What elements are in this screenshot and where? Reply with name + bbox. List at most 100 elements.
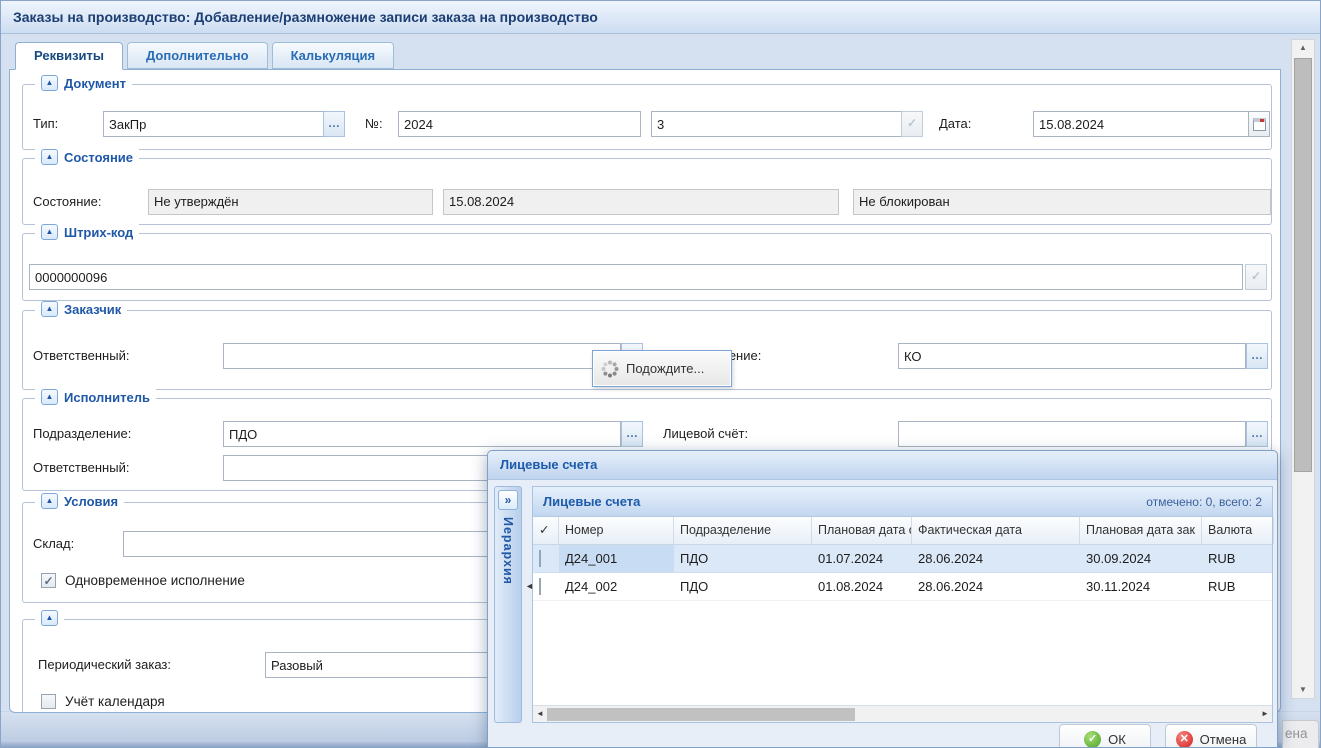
horizontal-scrollbar[interactable]: ◄ ► bbox=[533, 705, 1272, 722]
column-number[interactable]: Номер bbox=[559, 517, 674, 544]
cell-fact-date: 28.06.2024 bbox=[912, 545, 1080, 572]
section-document-title: Документ bbox=[64, 76, 126, 91]
simultaneous-checkbox[interactable]: ✓ bbox=[41, 573, 56, 588]
calendar-checkbox[interactable]: ✓ bbox=[41, 694, 56, 709]
check-icon: ✓ bbox=[43, 574, 53, 588]
section-state-title: Состояние bbox=[64, 150, 133, 165]
scrollbar-thumb[interactable] bbox=[547, 708, 855, 721]
barcode-input[interactable] bbox=[29, 264, 1243, 290]
calendar-label: Учёт календаря bbox=[65, 694, 165, 710]
section-executor-title: Исполнитель bbox=[64, 390, 150, 405]
row-checkbox[interactable] bbox=[539, 578, 541, 595]
column-division[interactable]: Подразделение bbox=[674, 517, 812, 544]
periodic-order-label: Периодический заказ: bbox=[38, 652, 171, 678]
table-header: ✓ Номер Подразделение Плановая дата отк … bbox=[533, 517, 1272, 545]
dialog-title: Лицевые счета bbox=[488, 451, 1277, 480]
column-plan-close[interactable]: Плановая дата зак bbox=[1080, 517, 1202, 544]
cell-currency: RUB bbox=[1202, 545, 1274, 572]
executor-account-lookup-button[interactable]: … bbox=[1246, 421, 1268, 447]
column-currency[interactable]: Валюта bbox=[1202, 517, 1274, 544]
doc-number2-input[interactable] bbox=[651, 111, 902, 137]
section-conditions-title: Условия bbox=[64, 494, 118, 509]
expand-sidebar-icon[interactable]: » bbox=[498, 490, 518, 510]
doc-date-input[interactable] bbox=[1033, 111, 1249, 137]
executor-account-label: Лицевой счёт: bbox=[663, 421, 748, 447]
collapse-icon[interactable]: ▲ bbox=[41, 149, 58, 165]
scroll-up-icon[interactable]: ▲ bbox=[1292, 40, 1314, 56]
tab-dopolnitelno[interactable]: Дополнительно bbox=[127, 42, 268, 69]
splitter-handle-icon[interactable]: ◄ bbox=[525, 581, 534, 591]
cell-plan-close: 30.09.2024 bbox=[1080, 545, 1202, 572]
executor-division-label: Подразделение: bbox=[33, 421, 131, 447]
tab-kalkulyaciya[interactable]: Калькуляция bbox=[272, 42, 395, 69]
hierarchy-label: Иерархия bbox=[501, 517, 515, 585]
collapse-icon[interactable]: ▲ bbox=[41, 75, 58, 91]
tab-bar: Реквизиты Дополнительно Калькуляция bbox=[15, 42, 394, 70]
doc-number-label: №: bbox=[365, 111, 383, 137]
collapse-icon[interactable]: ▲ bbox=[41, 224, 58, 240]
window-title: Заказы на производство: Добавление/размн… bbox=[1, 1, 1320, 34]
selection-counter: отмечено: 0, всего: 2 bbox=[1146, 495, 1262, 509]
doc-number-check-button[interactable]: ✓ bbox=[901, 111, 923, 137]
wait-popup: Подождите... bbox=[592, 350, 732, 387]
main-cancel-button-fragment[interactable]: ена bbox=[1282, 720, 1319, 748]
customer-division-lookup-button[interactable]: … bbox=[1246, 343, 1268, 369]
executor-division-lookup-button[interactable]: … bbox=[621, 421, 643, 447]
scroll-left-icon[interactable]: ◄ bbox=[533, 706, 547, 722]
state-date-field: 15.08.2024 bbox=[443, 189, 839, 215]
customer-responsible-input[interactable] bbox=[223, 343, 621, 369]
calendar-icon[interactable] bbox=[1248, 111, 1270, 137]
column-fact-date[interactable]: Фактическая дата bbox=[912, 517, 1080, 544]
table-row[interactable]: Д24_001 ПДО 01.07.2024 28.06.2024 30.09.… bbox=[533, 545, 1272, 573]
executor-responsible-label: Ответственный: bbox=[33, 455, 129, 481]
row-checkbox[interactable] bbox=[539, 550, 541, 567]
column-plan-open[interactable]: Плановая дата отк bbox=[812, 517, 912, 544]
spinner-icon bbox=[601, 360, 619, 378]
customer-responsible-label: Ответственный: bbox=[33, 343, 129, 369]
ok-icon: ✓ bbox=[1084, 731, 1101, 748]
doc-number-input[interactable] bbox=[398, 111, 641, 137]
cancel-icon: ✕ bbox=[1176, 731, 1193, 748]
simultaneous-label: Одновременное исполнение bbox=[65, 573, 245, 589]
cell-division: ПДО bbox=[674, 545, 812, 572]
doc-type-input[interactable] bbox=[103, 111, 324, 137]
executor-account-input[interactable] bbox=[898, 421, 1246, 447]
state-status-field: Не утверждён bbox=[148, 189, 433, 215]
vertical-scrollbar[interactable]: ▲ ▼ bbox=[1291, 39, 1315, 699]
cell-plan-open: 01.08.2024 bbox=[812, 573, 912, 600]
wait-label: Подождите... bbox=[626, 361, 704, 376]
state-block-field: Не блокирован bbox=[853, 189, 1271, 215]
cell-currency: RUB bbox=[1202, 573, 1274, 600]
section-state: ▲ Состояние Состояние: Не утверждён 15.0… bbox=[22, 158, 1272, 225]
column-check[interactable]: ✓ bbox=[533, 517, 559, 544]
collapse-icon[interactable]: ▲ bbox=[41, 610, 58, 626]
hierarchy-sidebar: » Иерархия bbox=[494, 486, 522, 723]
ok-button[interactable]: ✓ ОК bbox=[1059, 724, 1151, 748]
section-customer-title: Заказчик bbox=[64, 302, 121, 317]
state-label: Состояние: bbox=[33, 189, 101, 215]
doc-type-label: Тип: bbox=[33, 111, 58, 137]
doc-date-label: Дата: bbox=[939, 111, 971, 137]
accounts-list-panel: Лицевые счета отмечено: 0, всего: 2 ✓ Но… bbox=[532, 486, 1273, 723]
tab-rekvizity[interactable]: Реквизиты bbox=[15, 42, 123, 70]
barcode-check-button[interactable]: ✓ bbox=[1245, 264, 1267, 290]
doc-type-lookup-button[interactable]: … bbox=[323, 111, 345, 137]
collapse-icon[interactable]: ▲ bbox=[41, 301, 58, 317]
customer-division-input[interactable] bbox=[898, 343, 1246, 369]
section-barcode-title: Штрих-код bbox=[64, 225, 133, 240]
scrollbar-thumb[interactable] bbox=[1294, 58, 1312, 472]
cell-plan-open: 01.07.2024 bbox=[812, 545, 912, 572]
cancel-button[interactable]: ✕ Отмена bbox=[1165, 724, 1257, 748]
cell-fact-date: 28.06.2024 bbox=[912, 573, 1080, 600]
collapse-icon[interactable]: ▲ bbox=[41, 389, 58, 405]
cell-division: ПДО bbox=[674, 573, 812, 600]
collapse-icon[interactable]: ▲ bbox=[41, 493, 58, 509]
scroll-down-icon[interactable]: ▼ bbox=[1292, 682, 1314, 698]
section-document: ▲ Документ Тип: … №: ✓ Дата: bbox=[22, 84, 1272, 150]
executor-division-input[interactable] bbox=[223, 421, 621, 447]
cell-number: Д24_001 bbox=[559, 545, 674, 572]
cell-number: Д24_002 bbox=[559, 573, 674, 600]
table-row[interactable]: Д24_002 ПДО 01.08.2024 28.06.2024 30.11.… bbox=[533, 573, 1272, 601]
scroll-right-icon[interactable]: ► bbox=[1258, 706, 1272, 722]
section-barcode: ▲ Штрих-код ✓ bbox=[22, 233, 1272, 301]
